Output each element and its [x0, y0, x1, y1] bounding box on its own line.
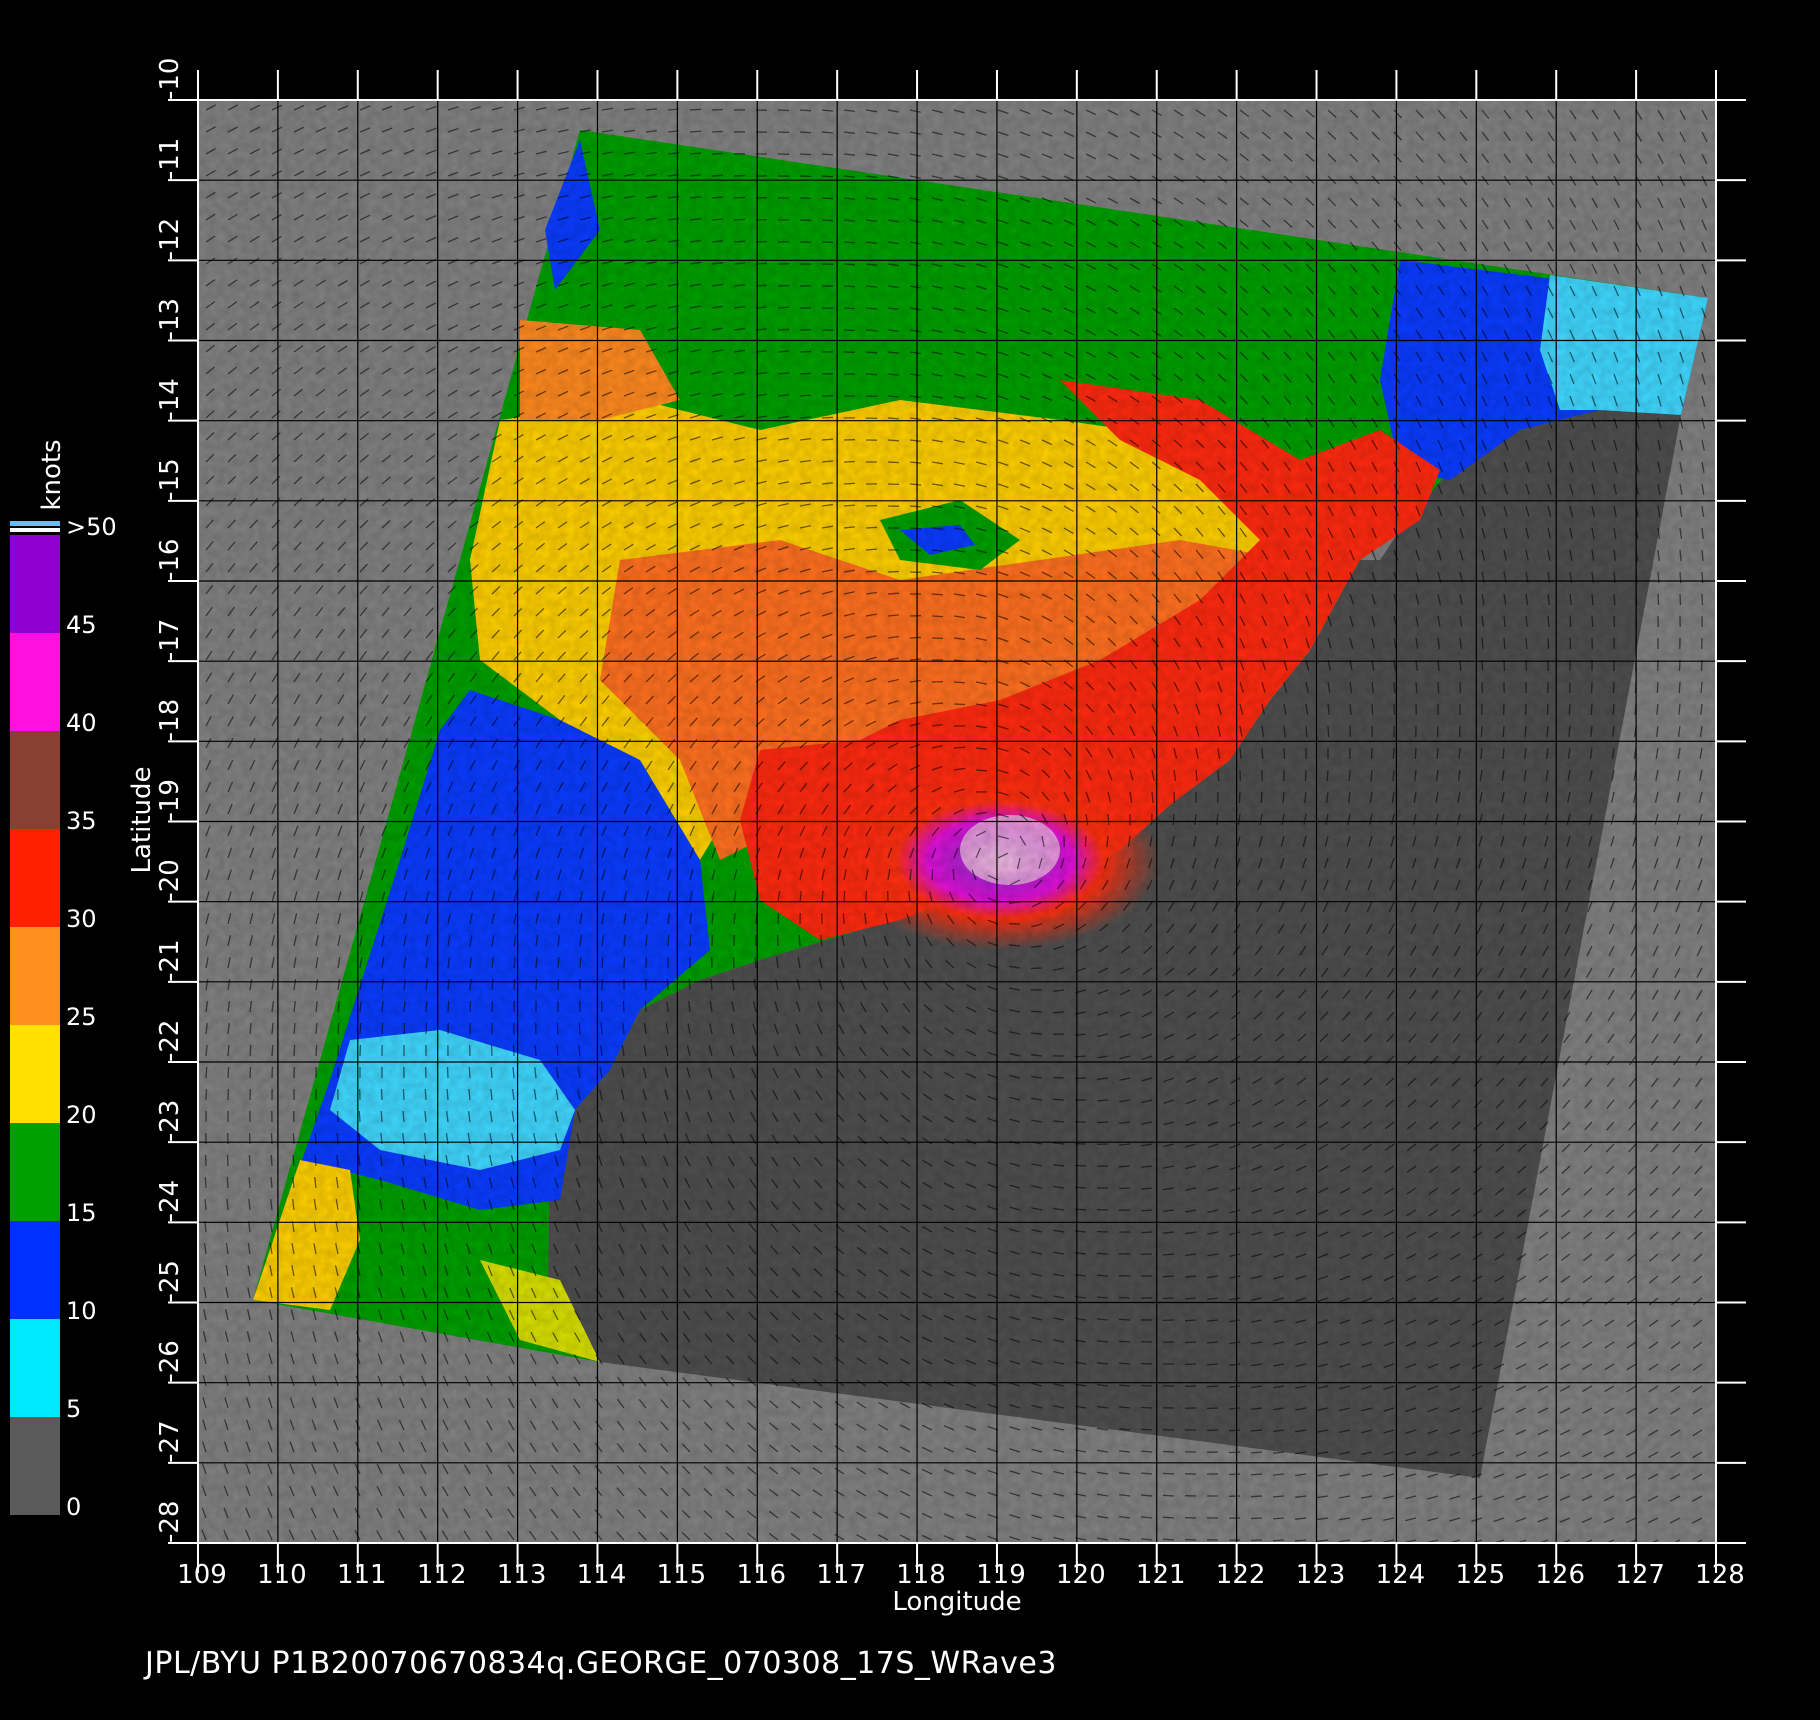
colorbar-tick-label: 10: [66, 1297, 97, 1325]
lat-tick-label: -16: [155, 539, 185, 581]
lon-tick-label: 110: [257, 1560, 307, 1590]
colorbar-segment: [10, 1417, 60, 1515]
colorbar-segment: [10, 1221, 60, 1319]
x-axis-label: Longitude: [892, 1587, 1021, 1617]
lon-tick-label: 113: [497, 1560, 547, 1590]
lat-tick-label: -23: [155, 1100, 185, 1142]
colorbar: 0 5 10 15 20 25 30 35 40 45 >50 knots: [10, 439, 117, 1521]
lon-tick-label: 111: [337, 1560, 387, 1590]
lat-tick-label: -26: [155, 1340, 185, 1382]
lon-tick-label: 125: [1455, 1560, 1505, 1590]
wind-map-figure: 109 110 111 112 113 114 115 116 117 118 119 120 121 1…: [10, 58, 1746, 1617]
lon-tick-label: 127: [1615, 1560, 1665, 1590]
lat-tick-label: -15: [155, 458, 185, 500]
colorbar-tick-label: 0: [66, 1493, 81, 1521]
colorbar-segment: [10, 1025, 60, 1123]
lat-tick-label: -14: [155, 378, 185, 420]
colorbar-segment: [10, 633, 60, 731]
lon-tick-label: 122: [1216, 1560, 1266, 1590]
lat-tick-label: -21: [155, 939, 185, 981]
lon-tick-label: 118: [896, 1560, 946, 1590]
lat-tick-label: -12: [155, 218, 185, 260]
colorbar-unit-label: knots: [37, 439, 67, 510]
lon-tick-label: 114: [577, 1560, 627, 1590]
lon-tick-label: 128: [1695, 1560, 1745, 1590]
colorbar-top-stripe: [10, 521, 60, 526]
colorbar-segment: [10, 1319, 60, 1417]
lat-tick-label: -28: [155, 1501, 185, 1543]
lon-tick-label: 116: [736, 1560, 786, 1590]
footer-caption: JPL/BYU P1B20070670834q.GEORGE_070308_17…: [145, 1646, 1057, 1681]
colorbar-segment: [10, 927, 60, 1025]
lat-tick-label: -25: [155, 1260, 185, 1302]
latitude-tick-labels: -10 -11 -12 -13 -14 -15 -16 -17 -18 -19 -20 -21 -22 -…: [155, 58, 185, 1543]
colorbar-tick-label: 35: [66, 807, 97, 835]
colorbar-top-stripe-2: [10, 528, 60, 532]
colorbar-tick-label: 20: [66, 1101, 97, 1129]
lon-tick-label: 112: [417, 1560, 467, 1590]
colorbar-segment: [10, 731, 60, 829]
lat-tick-label: -17: [155, 619, 185, 661]
colorbar-tick-label: 5: [66, 1395, 81, 1423]
lat-tick-label: -22: [155, 1020, 185, 1062]
colorbar-tick-label: 40: [66, 709, 97, 737]
lon-tick-label: 123: [1296, 1560, 1346, 1590]
colorbar-tick-label: 30: [66, 905, 97, 933]
colorbar-tick-label: 25: [66, 1003, 97, 1031]
lat-tick-label: -18: [155, 699, 185, 741]
lat-tick-label: -11: [155, 138, 185, 180]
lon-tick-label: 117: [816, 1560, 866, 1590]
y-axis-label: Latitude: [127, 766, 157, 873]
lat-tick-label: -10: [155, 58, 185, 100]
lat-tick-label: -20: [155, 859, 185, 901]
colorbar-segment: [10, 535, 60, 633]
lon-tick-label: 126: [1535, 1560, 1585, 1590]
lon-tick-label: 115: [657, 1560, 707, 1590]
lon-tick-label: 124: [1376, 1560, 1426, 1590]
lat-tick-label: -19: [155, 779, 185, 821]
colorbar-tick-label: 15: [66, 1199, 97, 1227]
lon-tick-label: 119: [976, 1560, 1026, 1590]
lat-tick-label: -24: [155, 1180, 185, 1222]
colorbar-segment: [10, 829, 60, 927]
lat-tick-label: -13: [155, 298, 185, 340]
lon-tick-label: 120: [1056, 1560, 1106, 1590]
lat-tick-label: -27: [155, 1420, 185, 1462]
longitude-tick-labels: 109 110 111 112 113 114 115 116 117 118 119 120 121 1…: [177, 1560, 1745, 1590]
colorbar-segment: [10, 1123, 60, 1221]
colorbar-tick-label: 45: [66, 611, 97, 639]
lon-tick-label: 121: [1136, 1560, 1186, 1590]
lon-tick-label: 109: [177, 1560, 227, 1590]
colorbar-tick-label: >50: [66, 513, 117, 541]
